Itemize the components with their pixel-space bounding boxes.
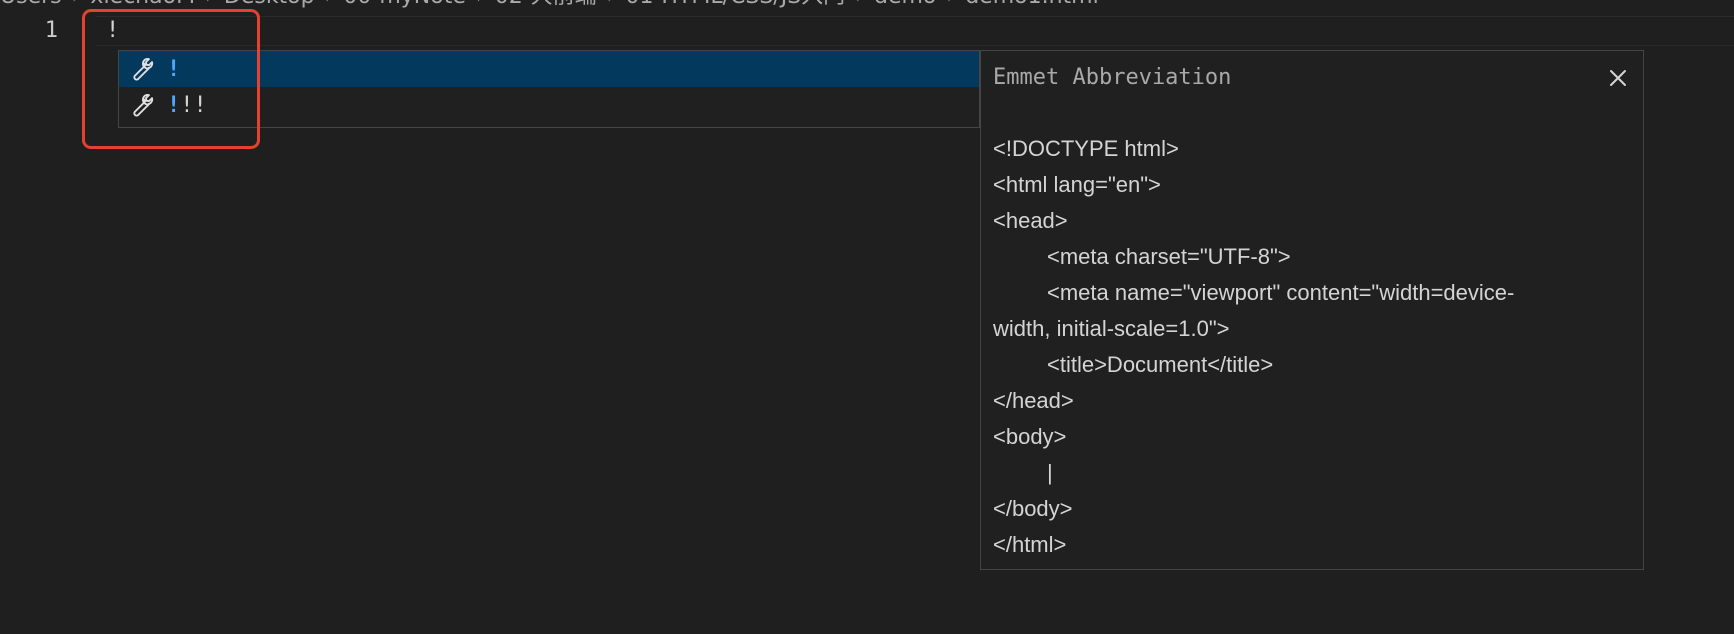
suggestion-match: ! xyxy=(167,56,181,82)
preview-line: </head> xyxy=(993,388,1074,413)
breadcrumb-item-file[interactable]: demo1.html xyxy=(965,0,1099,9)
details-preview: <!DOCTYPE html> <html lang="en"> <head> … xyxy=(993,131,1623,563)
preview-line: width, initial-scale=1.0"> xyxy=(993,316,1230,341)
breadcrumb: Users›xiechaoM›Desktop›00-myNote›02-大前端›… xyxy=(0,0,1099,8)
preview-line: <html lang="en"> xyxy=(993,172,1161,197)
preview-line: </html> xyxy=(993,532,1067,557)
preview-line: <head> xyxy=(993,208,1068,233)
breadcrumb-separator: › xyxy=(315,0,344,9)
breadcrumb-separator: › xyxy=(936,0,965,9)
code-editor[interactable]: Users›xiechaoM›Desktop›00-myNote›02-大前端›… xyxy=(0,0,1734,634)
preview-line: <title>Document</title> xyxy=(1047,352,1274,377)
preview-line: <body> xyxy=(993,424,1067,449)
suggestion-widget: ! !!! xyxy=(118,50,980,128)
breadcrumb-item[interactable]: Users xyxy=(0,0,62,9)
suggestion-item[interactable]: !!! xyxy=(119,87,979,123)
breadcrumb-separator: › xyxy=(195,0,224,9)
breadcrumb-separator: › xyxy=(466,0,495,9)
breadcrumb-item[interactable]: xiechaoM xyxy=(90,0,195,9)
preview-line: <meta name="viewport" content="width=dev… xyxy=(1047,280,1515,305)
preview-line: <!DOCTYPE html> xyxy=(993,136,1179,161)
breadcrumb-item[interactable]: 01-HTML/CSS/JS入门 xyxy=(625,0,845,9)
wrench-icon xyxy=(125,54,155,84)
preview-line: <meta charset="UTF-8"> xyxy=(1047,244,1291,269)
breadcrumb-separator: › xyxy=(597,0,626,9)
preview-line: </body> xyxy=(993,496,1073,521)
suggestion-label: !!! xyxy=(167,93,207,118)
breadcrumb-item[interactable]: demo xyxy=(874,0,936,9)
suggestion-rest: !! xyxy=(180,92,207,118)
line-number: 1 xyxy=(44,18,58,43)
wrench-icon xyxy=(125,90,155,120)
suggestion-details-panel: Emmet Abbreviation <!DOCTYPE html> <html… xyxy=(980,50,1644,570)
breadcrumb-separator: › xyxy=(62,0,91,9)
details-title: Emmet Abbreviation xyxy=(993,65,1232,90)
code-line[interactable]: ! xyxy=(106,16,119,46)
close-icon[interactable] xyxy=(1605,65,1631,91)
breadcrumb-separator: › xyxy=(845,0,874,9)
breadcrumb-item[interactable]: 00-myNote xyxy=(343,0,465,9)
breadcrumb-item[interactable]: Desktop xyxy=(224,0,315,9)
preview-cursor-line: | xyxy=(1047,460,1053,485)
suggestion-match: ! xyxy=(167,92,181,118)
current-line-highlight xyxy=(96,16,1734,46)
suggestion-label: ! xyxy=(167,57,180,82)
breadcrumb-item[interactable]: 02-大前端 xyxy=(495,0,597,9)
suggestion-item[interactable]: ! xyxy=(119,51,979,87)
